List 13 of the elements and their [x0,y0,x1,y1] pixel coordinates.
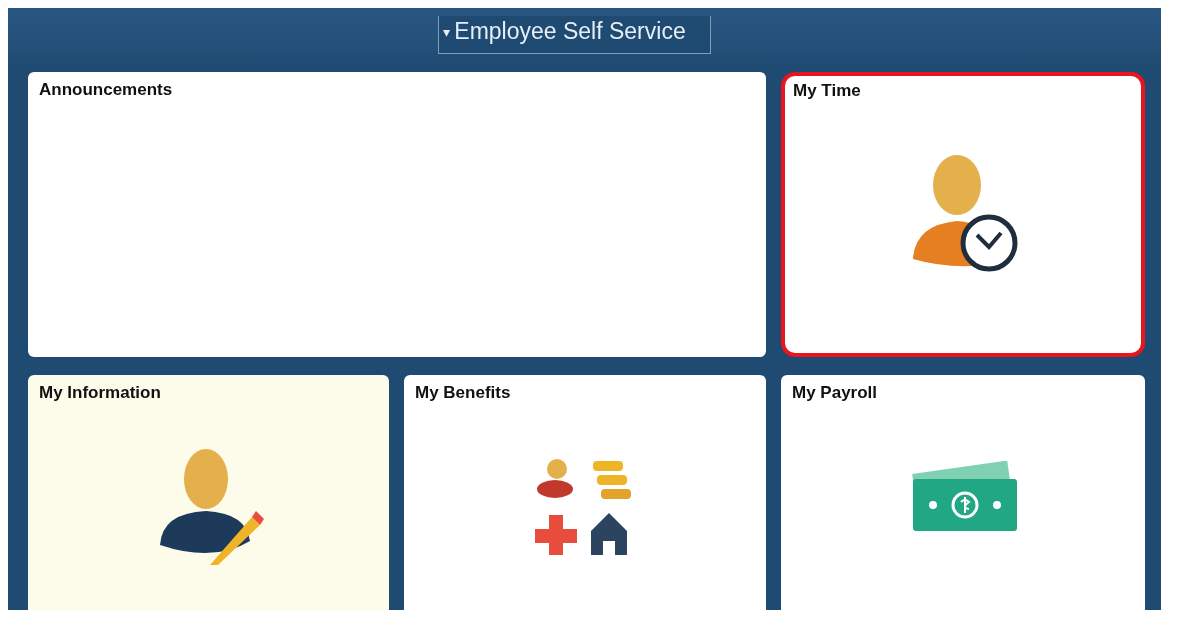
tile[interactable]: My Time [781,72,1145,357]
tile-title: My Information [39,383,162,403]
tile-title: My Time [793,81,862,101]
tile-title: My Payroll [792,383,879,403]
tile[interactable]: My Benefits [404,375,766,610]
page-title: Employee Self Service [454,18,686,45]
tile[interactable]: Announcements [28,72,766,357]
tile-title: Announcements [39,80,174,100]
caret-icon: ▾ [443,23,451,40]
page-title-dropdown[interactable]: ▾ Employee Self Service [438,16,711,54]
tile-title: My Benefits [415,383,512,403]
tile[interactable]: My Payroll [781,375,1145,610]
tile[interactable]: My Information [28,375,389,610]
